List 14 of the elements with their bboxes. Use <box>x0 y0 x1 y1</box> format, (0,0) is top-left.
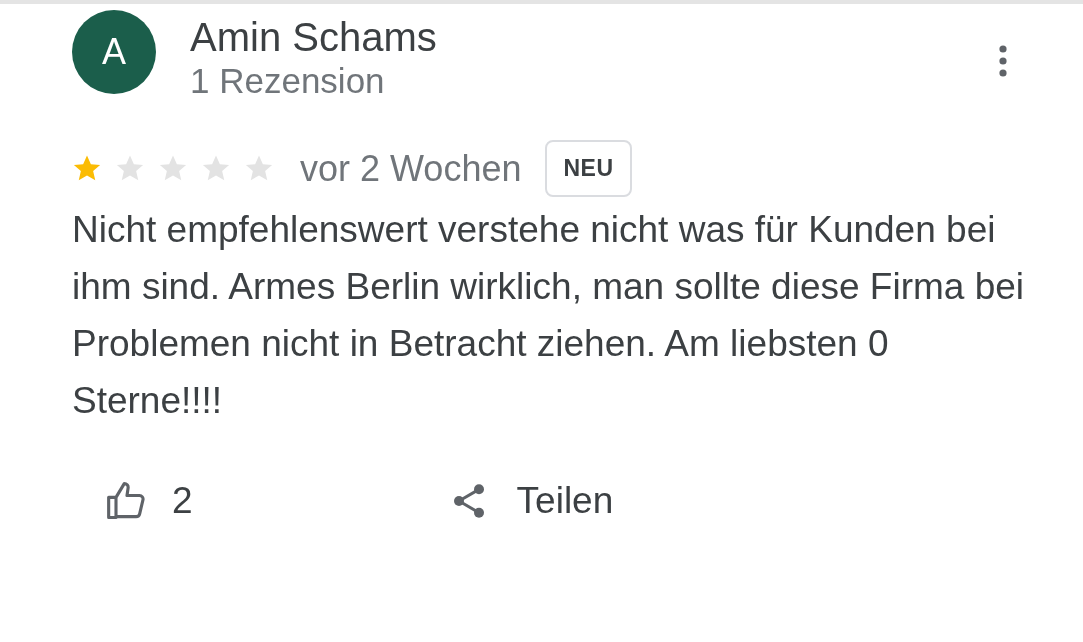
star-icon <box>244 154 274 183</box>
review-text: Nicht empfehlenswert verstehe nicht was für Kunden bei ihm sind. Armes Berlin wirklich, man sollte diese Firma bei Problemen nicht in Betracht ziehen. Am liebsten 0 Sterne!!!! <box>72 208 1026 423</box>
review-date: vor 2 Wochen <box>300 147 522 190</box>
review-count: 1 Rezension <box>190 60 386 102</box>
star-icon <box>201 154 231 183</box>
share-button[interactable]: Teilen <box>448 479 614 523</box>
more-options-icon[interactable] <box>998 44 1008 78</box>
reviewer-name[interactable]: Amin Schams <box>190 14 437 60</box>
avatar[interactable]: A <box>72 10 156 94</box>
like-button[interactable]: 2 <box>104 479 193 523</box>
star-icon <box>72 154 102 183</box>
star-icon <box>115 154 145 183</box>
star-icon <box>158 154 188 183</box>
new-badge: NEU <box>545 140 632 197</box>
